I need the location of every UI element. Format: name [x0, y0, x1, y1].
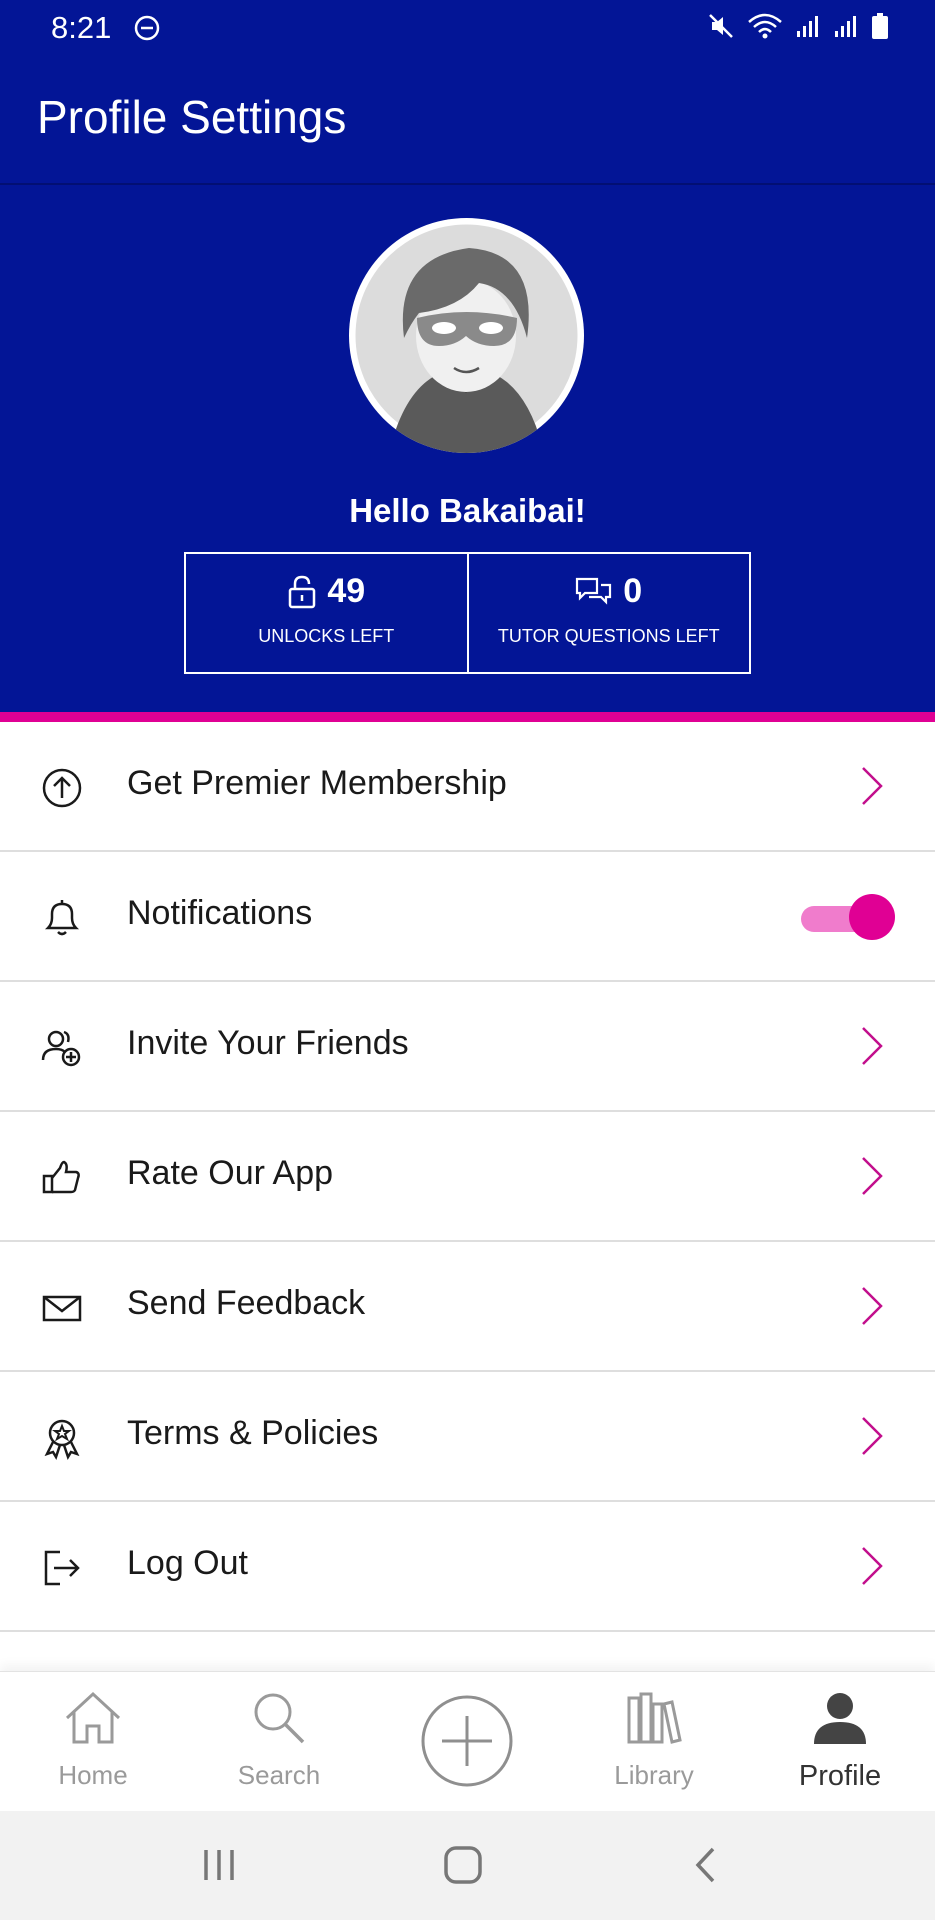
notifications-toggle[interactable] [799, 894, 895, 942]
stats-panel: 49 UNLOCKS LEFT 0 TUTOR QUESTIONS LEFT [184, 552, 751, 674]
menu-item-terms-policies[interactable]: Terms & Policies [0, 1372, 935, 1502]
home-button-icon[interactable] [443, 1845, 483, 1885]
logout-icon [44, 1550, 80, 1586]
wifi-icon [748, 13, 782, 39]
recent-apps-icon[interactable] [200, 1847, 240, 1883]
tutor-questions-label: TUTOR QUESTIONS LEFT [497, 626, 720, 646]
chat-bubbles-icon [576, 577, 612, 605]
battery-icon [872, 13, 888, 39]
nav-label-search: Search [237, 1760, 321, 1790]
person-icon [814, 1693, 866, 1744]
status-bar: 8:21 [0, 0, 935, 55]
chevron-right-icon [862, 1417, 883, 1455]
signal-icon [835, 16, 856, 37]
chevron-right-icon [862, 767, 883, 805]
nav-home[interactable]: Home [3, 1672, 183, 1812]
lock-icon [289, 575, 316, 608]
unlocks-value: 49 [327, 572, 366, 610]
nav-search[interactable]: Search [189, 1672, 369, 1812]
menu-item-label: Rate Our App [127, 1154, 334, 1192]
app-bar: Profile Settings [0, 55, 935, 185]
accent-divider [0, 712, 935, 722]
badge-icon [44, 1419, 80, 1460]
library-icon [627, 1692, 682, 1744]
mute-icon [709, 14, 733, 38]
arrow-up-circle-icon [42, 768, 82, 808]
home-icon [65, 1691, 121, 1744]
menu-item-label: Log Out [127, 1544, 248, 1582]
page-title: Profile Settings [37, 91, 347, 143]
settings-menu: Get Premier Membership Notifications Inv… [0, 722, 935, 1632]
greeting: Hello Bakaibai! [349, 492, 586, 529]
unlocks-stat: 49 UNLOCKS LEFT [186, 554, 467, 672]
search-icon [254, 1693, 305, 1744]
nav-add[interactable] [377, 1672, 557, 1812]
status-time: 8:21 [51, 10, 112, 45]
back-icon[interactable] [693, 1845, 719, 1885]
nav-label-home: Home [58, 1760, 128, 1790]
chevron-right-icon [862, 1027, 883, 1065]
menu-item-log-out[interactable]: Log Out [0, 1502, 935, 1632]
menu-item-rate-app[interactable]: Rate Our App [0, 1112, 935, 1242]
menu-item-label: Send Feedback [127, 1284, 366, 1322]
menu-item-premier-membership[interactable]: Get Premier Membership [0, 722, 935, 852]
signal-icon [797, 16, 818, 37]
envelope-icon [42, 1295, 82, 1322]
nav-label-profile: Profile [798, 1760, 882, 1792]
bottom-nav: Home Search Library Profile [0, 1671, 935, 1812]
system-nav-bar [0, 1811, 935, 1920]
thumbs-up-icon [42, 1160, 80, 1194]
menu-item-notifications: Notifications [0, 852, 935, 982]
status-icons [707, 12, 889, 40]
dnd-icon [134, 15, 160, 41]
nav-profile[interactable]: Profile [750, 1672, 930, 1812]
menu-item-invite-friends[interactable]: Invite Your Friends [0, 982, 935, 1112]
add-friend-icon [41, 1030, 81, 1067]
avatar[interactable] [349, 218, 584, 453]
menu-item-label: Notifications [127, 894, 313, 932]
profile-header: Hello Bakaibai! 49 UNLOCKS LEFT 0 TUTOR … [0, 185, 935, 712]
menu-item-send-feedback[interactable]: Send Feedback [0, 1242, 935, 1372]
nav-library[interactable]: Library [564, 1672, 744, 1812]
avatar-image [355, 224, 578, 453]
tutor-questions-value: 0 [623, 572, 643, 610]
add-circle-icon [421, 1695, 513, 1787]
menu-item-label: Invite Your Friends [127, 1024, 409, 1062]
unlocks-label: UNLOCKS LEFT [258, 626, 395, 646]
nav-label-library: Library [614, 1760, 694, 1790]
bell-icon [44, 900, 80, 936]
menu-item-label: Get Premier Membership [127, 764, 507, 802]
menu-item-label: Terms & Policies [127, 1414, 379, 1452]
chevron-right-icon [862, 1287, 883, 1325]
chevron-right-icon [862, 1547, 883, 1585]
toggle-knob [849, 894, 895, 940]
chevron-right-icon [862, 1157, 883, 1195]
tutor-questions-stat: 0 TUTOR QUESTIONS LEFT [466, 554, 750, 672]
